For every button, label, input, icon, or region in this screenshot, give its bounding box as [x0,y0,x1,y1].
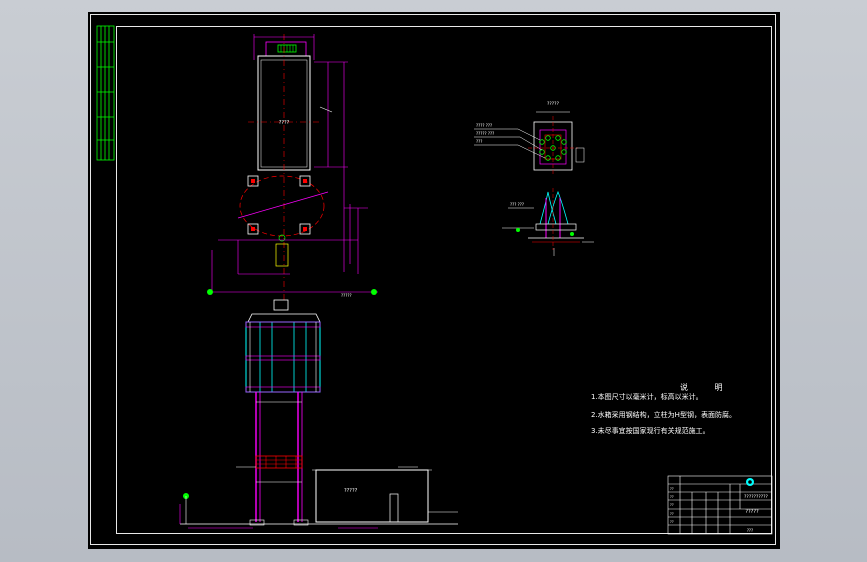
detail-leader-3: ??? [476,139,482,144]
tank-elevation [245,321,321,393]
pump-house-label: ????? [344,488,358,494]
detail-leader-1: ???? ??? [476,123,492,128]
plan-view [207,34,378,302]
axis-bubble-a [207,289,213,295]
detail-leader-2: ????? ??? [476,131,494,136]
notes-line-3: 3.未尽事宜按国家现行有关规范施工。 [591,427,710,435]
drawing-sheet[interactable]: ???? ????? ????? ????? ???? ??? ????? ??… [88,12,780,549]
detail-base-section [502,188,594,256]
tb-label-2: ?? [670,503,674,507]
drawing-no: ?????????? [744,494,768,500]
title-footer: ??? [747,528,753,533]
binding-strip [96,25,115,161]
drawing-name: ????? [745,509,759,515]
cad-viewer: ???? ????? ????? ????? ???? ??? ????? ??… [0,0,867,562]
detail-plate [474,111,585,176]
pump-house [315,469,429,523]
plan-dim-label: ????? [341,293,352,298]
platform [255,455,303,469]
notes-line-2: 2.水箱采用钢结构，立柱为H型钢，表面防腐。 [591,411,736,419]
drawing-canvas: ???? ????? ????? ????? ???? ??? ????? ??… [96,25,773,535]
notes-line-1: 1.本图尺寸以毫米计，标高以米计。 [591,393,703,401]
plan-center-label: ???? [279,120,290,126]
tb-label-4: ?? [670,520,674,524]
detail-title: ????? [547,101,560,107]
tb-label-0: ?? [670,487,674,491]
roof-hatch [265,41,307,57]
detail2-leader: ??? ??? [510,202,524,207]
title-block [667,475,773,535]
tb-label-1: ?? [670,495,674,499]
tb-label-3: ?? [670,512,674,516]
elevation-view [179,299,458,529]
axis-bubble-b [371,289,377,295]
